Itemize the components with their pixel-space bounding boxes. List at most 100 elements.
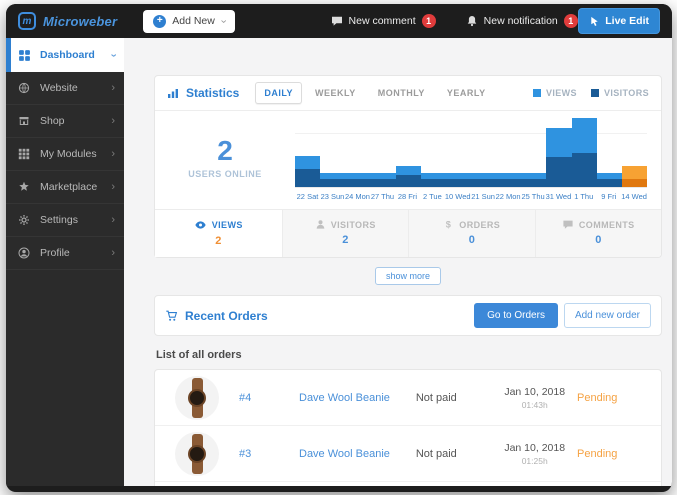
new-comment-link[interactable]: New comment 1 — [331, 14, 436, 28]
live-edit-button[interactable]: Live Edit — [578, 8, 660, 34]
recent-orders-title: Recent Orders — [165, 309, 268, 323]
modules-grid-icon — [18, 148, 32, 160]
sidebar-item-settings[interactable]: Settings› — [6, 204, 124, 237]
chevron-right-icon: › — [111, 83, 115, 94]
users-online-block: 2 USERS ONLINE — [155, 117, 295, 209]
person-icon — [315, 219, 326, 230]
bar-14-wed[interactable] — [622, 166, 647, 187]
orders-table: #4Dave Wool BeanieNot paidJan 10, 201801… — [154, 369, 662, 486]
product-image — [175, 432, 219, 476]
x-tick-label: 31 Wed — [546, 192, 572, 201]
sidebar-item-profile[interactable]: Profile› — [6, 237, 124, 270]
legend-views: VIEWS — [533, 88, 577, 98]
summary-tab-views[interactable]: VIEWS2 — [155, 210, 282, 257]
x-tick-label: 21 Sun — [471, 192, 496, 201]
shop-icon — [18, 115, 32, 127]
recent-orders-panel: Recent Orders Go to Orders Add new order — [154, 295, 662, 336]
order-table-row[interactable]: #4Dave Wool BeanieNot paidJan 10, 201801… — [155, 370, 661, 426]
bar-2-tue[interactable] — [421, 173, 446, 187]
summary-tab-visitors[interactable]: VISITORS2 — [282, 210, 409, 257]
bar-31-wed[interactable] — [546, 128, 571, 187]
sidebar-item-dashboard[interactable]: Dashboard› — [6, 38, 124, 72]
chart-row: 2 USERS ONLINE 22 Sat23 Sun24 Mon27 Thu2… — [155, 111, 661, 209]
users-online-value: 2 — [155, 137, 295, 165]
sidebar-item-website[interactable]: Website › — [6, 72, 124, 105]
chevron-right-icon: › — [111, 182, 115, 193]
main-content: Statistics DAILYWEEKLYMONTHLYYEARLY VIEW… — [124, 38, 672, 486]
x-tick-label: 25 Thu — [521, 192, 546, 201]
sidebar-item-my-modules[interactable]: My Modules› — [6, 138, 124, 171]
new-notification-link[interactable]: New notification 1 — [466, 14, 578, 28]
order-product-link[interactable]: Dave Wool Beanie — [299, 392, 416, 404]
bar-9-fri[interactable] — [597, 173, 622, 187]
bar-segment-visitors — [471, 179, 496, 187]
chevron-right-icon: › — [111, 149, 115, 160]
tab-monthly[interactable]: MONTHLY — [369, 82, 434, 104]
bar-22-mon[interactable] — [496, 173, 521, 187]
summary-value: 0 — [536, 234, 662, 246]
bar-23-sun[interactable] — [320, 173, 345, 187]
statistics-period-tabs: DAILYWEEKLYMONTHLYYEARLY — [255, 82, 494, 104]
tab-daily[interactable]: DAILY — [255, 82, 302, 104]
bar-segment-visitors — [370, 179, 395, 187]
comment-icon — [562, 219, 574, 230]
bar-1-thu[interactable] — [572, 118, 597, 187]
summary-label: COMMENTS — [536, 219, 662, 230]
order-date-time: 01:43h — [492, 400, 577, 410]
summary-value: 2 — [155, 235, 282, 247]
go-to-orders-button[interactable]: Go to Orders — [474, 303, 558, 328]
tab-weekly[interactable]: WEEKLY — [306, 82, 365, 104]
summary-tab-comments[interactable]: COMMENTS 0 — [535, 210, 662, 257]
order-table-row[interactable]: #1Charles Leather Bag$ 78.00Dec 15, 2017… — [155, 482, 661, 486]
order-date: Jan 10, 201801:43h — [492, 386, 577, 410]
show-more-button[interactable]: show more — [375, 267, 441, 285]
bar-segment-visitors — [546, 157, 571, 187]
sidebar: Dashboard› Website › Shop›My Modules›Market… — [6, 38, 124, 486]
list-of-orders-heading: List of all orders — [156, 349, 662, 361]
summary-label: $ORDERS — [409, 219, 535, 230]
legend-label: VIEWS — [546, 88, 577, 98]
svg-text:$: $ — [446, 220, 451, 230]
x-tick-label: 23 Sun — [320, 192, 345, 201]
order-number-link[interactable]: #3 — [239, 448, 299, 460]
bar-segment-visitors — [521, 179, 546, 187]
tab-yearly[interactable]: YEARLY — [438, 82, 495, 104]
topbar-links: New comment 1 New notification 1 — [331, 14, 578, 28]
bar-22-sat[interactable] — [295, 156, 320, 187]
order-status-badge: Pending — [577, 392, 661, 404]
bar-24-mon[interactable] — [345, 173, 370, 187]
summary-tab-orders[interactable]: $ORDERS0 — [408, 210, 535, 257]
comment-icon — [331, 15, 343, 27]
eye-icon — [194, 219, 207, 231]
sidebar-item-shop[interactable]: Shop› — [6, 105, 124, 138]
bar-25-thu[interactable] — [521, 173, 546, 187]
chevron-down-icon: › — [217, 19, 228, 23]
bar-segment-visitors — [446, 179, 471, 187]
new-notification-label: New notification — [484, 15, 558, 27]
bar-segment-views — [622, 166, 647, 179]
notification-count-badge: 1 — [564, 14, 578, 28]
users-online-label: USERS ONLINE — [155, 169, 295, 179]
bar-27-thu[interactable] — [370, 173, 395, 187]
add-new-order-button[interactable]: Add new order — [564, 303, 651, 328]
sidebar-item-marketplace[interactable]: Marketplace› — [6, 171, 124, 204]
bar-segment-views — [295, 156, 320, 169]
bar-21-sun[interactable] — [471, 173, 496, 187]
orders-actions: Go to Orders Add new order — [474, 303, 651, 328]
cursor-icon — [589, 16, 600, 27]
comment-count-badge: 1 — [422, 14, 436, 28]
x-tick-label: 10 Wed — [445, 192, 471, 201]
sidebar-item-label: Website — [40, 82, 78, 94]
summary-label-text: COMMENTS — [579, 220, 635, 230]
add-new-button[interactable]: + Add New › — [143, 10, 234, 33]
bar-28-fri[interactable] — [396, 166, 421, 187]
chevron-right-icon: › — [111, 215, 115, 226]
order-table-row[interactable]: #3Dave Wool BeanieNot paidJan 10, 201801… — [155, 426, 661, 482]
brand-name: Microweber — [43, 14, 117, 29]
summary-value: 2 — [283, 234, 409, 246]
bar-10-wed[interactable] — [446, 173, 471, 187]
order-product-link[interactable]: Dave Wool Beanie — [299, 448, 416, 460]
x-tick-label: 28 Fri — [395, 192, 420, 201]
order-number-link[interactable]: #4 — [239, 392, 299, 404]
chart-bars — [295, 117, 647, 188]
